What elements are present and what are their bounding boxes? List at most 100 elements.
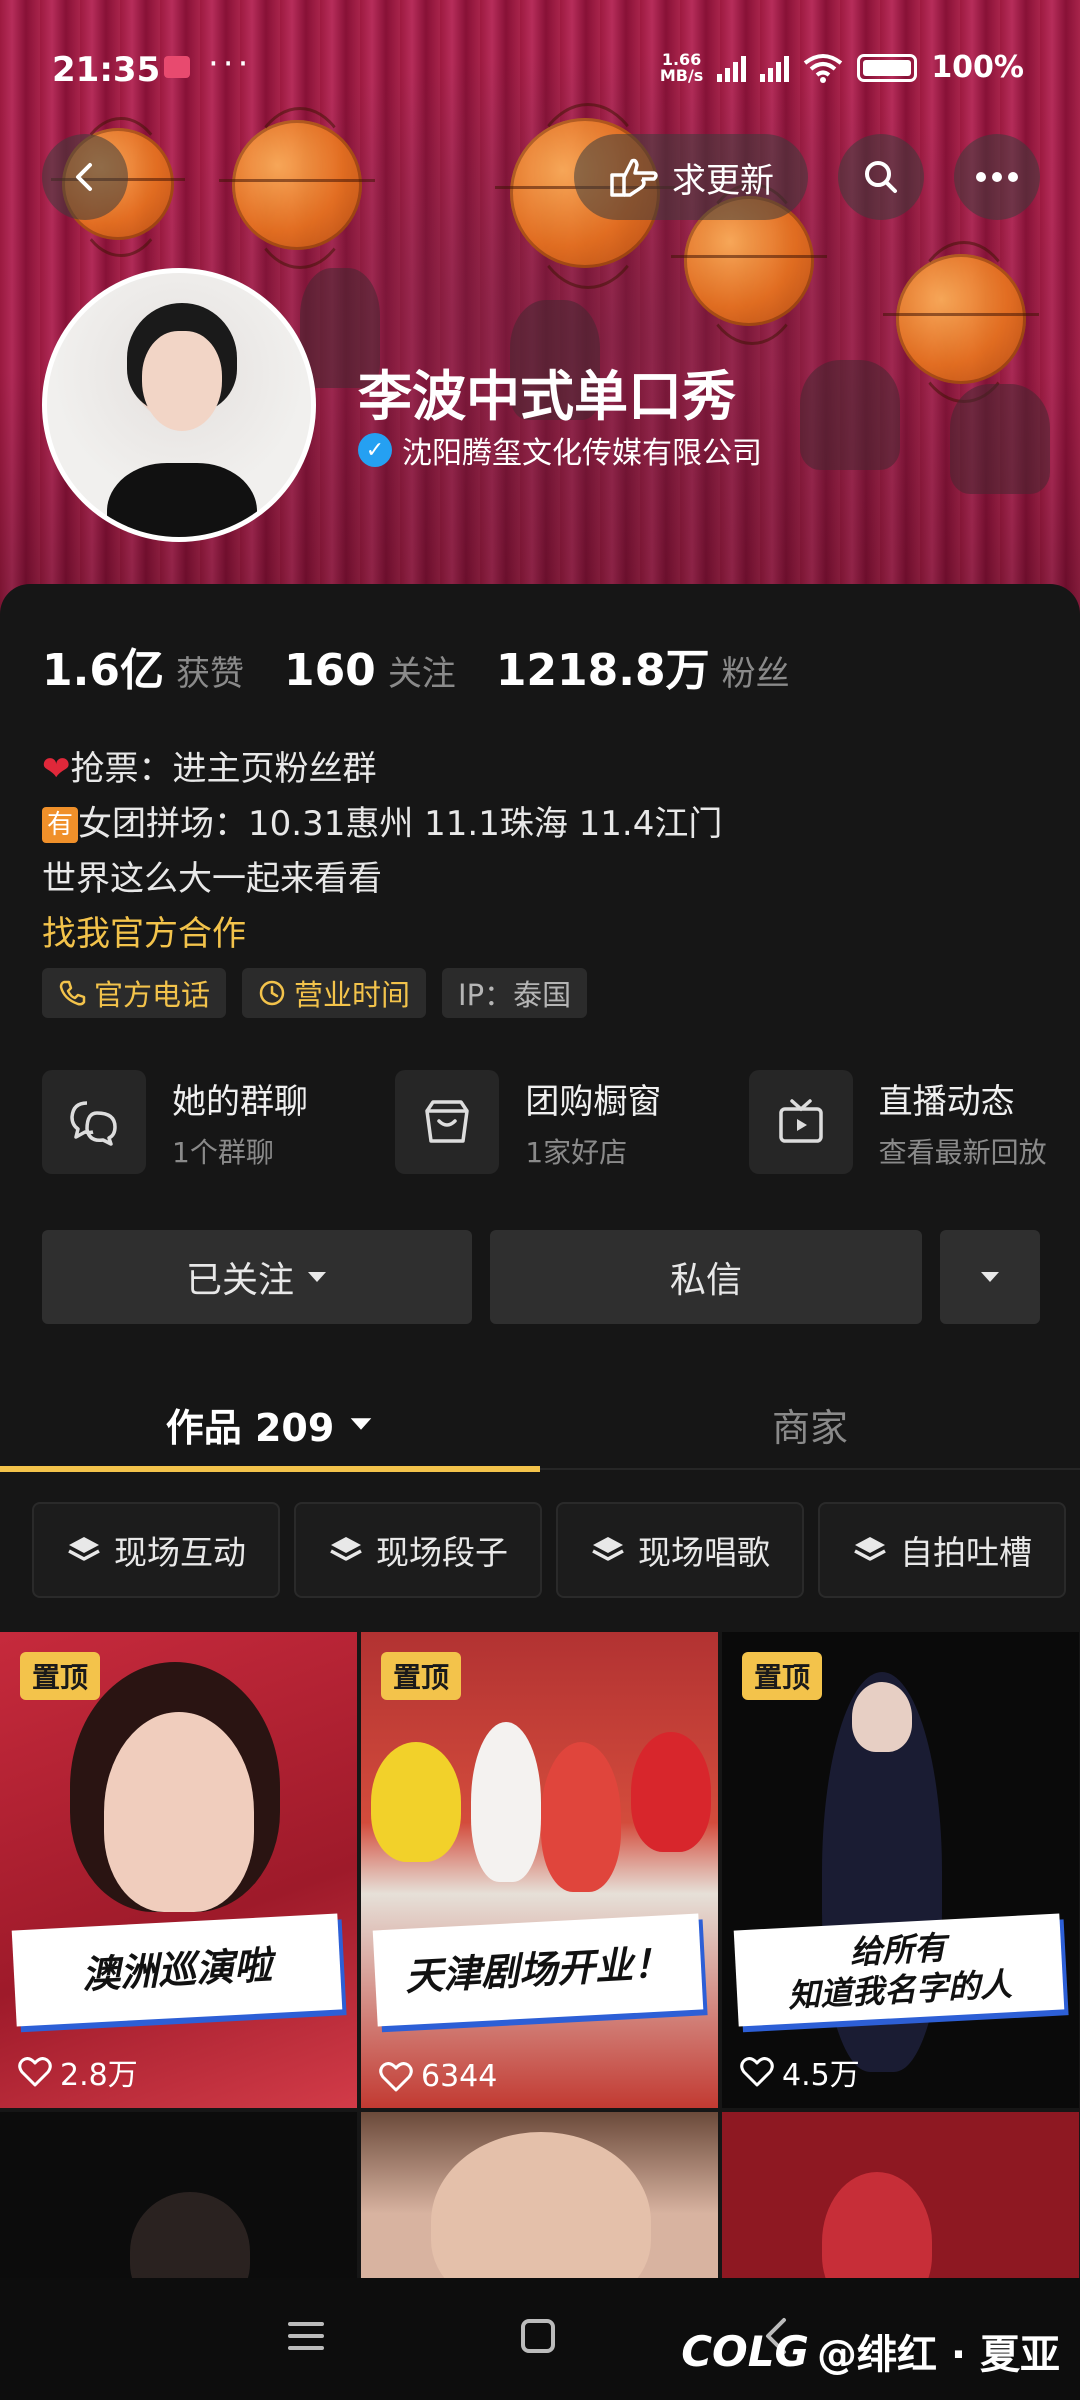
video-thumbnail[interactable]: 置顶 澳洲巡演啦 2.8万 (0, 1632, 357, 2108)
profile-tags: 官方电话 营业时间 IP：泰国 (42, 968, 588, 1018)
speed-unit: MB/s (659, 65, 704, 85)
followed-label: 已关注 (185, 1260, 294, 1301)
pointing-hand-icon (610, 158, 658, 197)
seal-decoration (800, 360, 900, 470)
more-notifications-icon: ··· (208, 44, 253, 84)
bio-line: ❤抢票：进主页粉丝群 (42, 742, 722, 797)
video-person (104, 1712, 254, 1912)
home-icon[interactable] (518, 2316, 558, 2356)
back-button[interactable] (42, 134, 128, 220)
chip-label: 现场互动 (114, 1533, 246, 1572)
network-speed: 1.66 MB/s (659, 51, 704, 85)
battery-level: 100% (931, 50, 1024, 85)
video-likes: 6344 (379, 2059, 497, 2094)
seal-decoration (950, 384, 1050, 494)
avatar-dress (107, 463, 257, 537)
request-update-label: 求更新 (672, 160, 774, 201)
chip-collection[interactable]: 自拍吐槽 (818, 1502, 1066, 1598)
stat-likes[interactable]: 1.6亿 获赞 (42, 634, 244, 698)
video-caption: 澳洲巡演啦 (11, 1913, 343, 2027)
status-right: 1.66 MB/s 100% (660, 50, 1024, 85)
video-likes: 2.8万 (18, 2050, 138, 2094)
stat-followers[interactable]: 1218.8万 粉丝 (496, 634, 790, 698)
caret-down-icon (308, 1272, 326, 1282)
chip-collection[interactable]: 现场唱歌 (556, 1502, 804, 1598)
profile-bio: ❤抢票：进主页粉丝群 有女团拼场：10.31惠州 11.1珠海 11.4江门 世… (42, 742, 722, 962)
entry-title: 她的群聊 (172, 1081, 308, 1122)
stat-value: 1218.8万 (495, 645, 710, 696)
entry-group-chat[interactable]: 她的群聊 1个群聊 (42, 1070, 395, 1174)
chevron-left-icon (76, 163, 92, 191)
layers-icon (592, 1537, 624, 1561)
stat-label: 关注 (387, 654, 456, 694)
tab-merchant[interactable]: 商家 (540, 1378, 1080, 1470)
avatar-face (142, 331, 222, 431)
tab-label: 作品 209 (165, 1405, 335, 1450)
profile-actions: 已关注 私信 (42, 1230, 1040, 1324)
watermark-logo: COLG (681, 2326, 809, 2376)
layers-icon (854, 1537, 886, 1561)
tab-label: 商家 (771, 1405, 848, 1450)
video-thumbnail[interactable] (0, 2112, 357, 2282)
chip-label: 自拍吐槽 (900, 1533, 1032, 1572)
search-icon (865, 161, 897, 193)
basketball-decoration (883, 241, 1039, 403)
verified-organization[interactable]: ✓ 沈阳腾玺文化传媒有限公司 (358, 428, 762, 472)
more-actions-button[interactable] (940, 1230, 1040, 1324)
menu-icon[interactable] (286, 2316, 326, 2356)
search-button[interactable] (838, 134, 924, 220)
tab-works[interactable]: 作品 209 (0, 1378, 540, 1470)
stat-following[interactable]: 160 关注 (284, 645, 456, 696)
entry-subtitle: 1家好店 (525, 1135, 628, 1169)
you-badge-icon: 有 (42, 807, 78, 843)
entry-live-updates[interactable]: 直播动态 查看最新回放 (748, 1070, 1080, 1174)
stat-label: 粉丝 (721, 654, 790, 694)
avatar[interactable] (42, 268, 316, 542)
video-person (130, 2192, 250, 2282)
request-update-button[interactable]: 求更新 (574, 134, 808, 220)
pinned-badge: 置顶 (20, 1652, 101, 1700)
caret-down-icon (350, 1418, 372, 1430)
stat-value: 1.6亿 (42, 645, 164, 696)
system-navigation-bar: COLG @绯红 · 夏亚 (0, 2278, 1080, 2400)
likes-count: 2.8万 (60, 2058, 138, 2093)
heart-outline-icon (18, 2057, 52, 2087)
content-tabs: 作品 209 商家 (0, 1378, 1080, 1470)
notification-app-icon (164, 56, 190, 78)
tv-play-icon (748, 1070, 853, 1174)
chip-label: 现场段子 (376, 1533, 508, 1572)
collection-chips: 现场互动 现场段子 现场唱歌 自拍吐槽 (32, 1502, 1066, 1598)
entry-group-buy[interactable]: 团购橱窗 1家好店 (395, 1070, 748, 1174)
video-caption: 给所有 知道我名字的人 (733, 1913, 1065, 2027)
video-thumbnail[interactable]: 置顶 给所有 知道我名字的人 4.5万 (722, 1632, 1079, 2108)
signal-icon (760, 54, 790, 82)
more-options-button[interactable] (954, 134, 1040, 220)
caret-down-icon (981, 1272, 999, 1282)
official-cooperation-link[interactable]: 找我官方合作 (42, 907, 722, 962)
tag-label: 官方电话 (94, 978, 211, 1012)
video-caption: 天津剧场开业！ (372, 1913, 704, 2027)
business-hours-tag[interactable]: 营业时间 (242, 968, 427, 1018)
bio-line: 世界这么大一起来看看 (42, 859, 382, 899)
phone-icon (59, 980, 86, 1006)
chip-collection[interactable]: 现场互动 (32, 1502, 280, 1598)
video-thumbnail[interactable] (722, 2112, 1079, 2282)
organization-name: 沈阳腾玺文化传媒有限公司 (402, 436, 762, 471)
video-person (852, 1682, 912, 1752)
followed-button[interactable]: 已关注 (42, 1230, 472, 1324)
heart-outline-icon (379, 2061, 413, 2091)
bio-text: 女团拼场：10.31惠州 11.1珠海 11.4江门 (78, 804, 723, 844)
video-person (371, 1742, 461, 1862)
chip-collection[interactable]: 现场段子 (294, 1502, 542, 1598)
watermark: COLG @绯红 · 夏亚 (681, 2322, 1060, 2380)
pinned-badge: 置顶 (742, 1652, 823, 1700)
official-phone-tag[interactable]: 官方电话 (42, 968, 227, 1018)
stat-label: 获赞 (175, 654, 244, 694)
shop-basket-icon (395, 1070, 500, 1174)
video-thumbnail[interactable] (361, 2112, 718, 2282)
message-button[interactable]: 私信 (490, 1230, 922, 1324)
video-person (541, 1742, 621, 1892)
status-time: 21:35 (52, 50, 161, 90)
likes-count: 4.5万 (782, 2058, 860, 2093)
video-thumbnail[interactable]: 置顶 天津剧场开业！ 6344 (361, 1632, 718, 2108)
